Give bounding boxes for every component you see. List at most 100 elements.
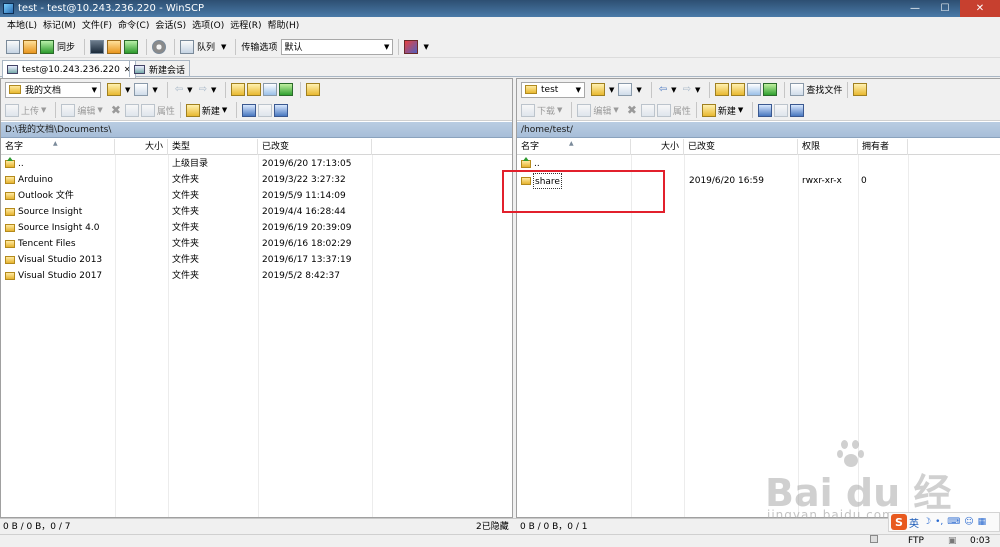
rename-icon[interactable] <box>124 103 139 117</box>
menu-local[interactable]: 本地(L) <box>4 17 40 36</box>
transfer-preset-select[interactable]: 默认 ▼ <box>281 38 394 55</box>
user-icon[interactable]: ☺ <box>964 517 973 527</box>
properties-button[interactable]: 属性 <box>673 104 691 117</box>
new-icon[interactable] <box>185 103 200 117</box>
unselect-minus-icon[interactable] <box>774 103 789 117</box>
find-files-icon[interactable] <box>790 83 805 96</box>
select-all-plus-icon[interactable] <box>242 103 257 117</box>
grid-icon[interactable]: ▦ <box>978 517 987 527</box>
delete-icon[interactable]: ✖ <box>627 103 637 117</box>
sync-icon[interactable] <box>40 39 54 54</box>
compare-directories-icon[interactable] <box>6 39 20 54</box>
parent-directory-icon[interactable] <box>231 83 246 96</box>
menu-commands[interactable]: 命令(C) <box>115 17 152 36</box>
menu-session[interactable]: 会话(S) <box>152 17 189 36</box>
close-button[interactable]: ✕ <box>960 0 1000 17</box>
punctuation-icon[interactable]: •, <box>935 517 943 527</box>
edit-icon[interactable] <box>61 103 76 117</box>
column-changed[interactable]: 已改变 <box>258 139 372 155</box>
select-all-plus-icon[interactable] <box>758 103 773 117</box>
properties-button[interactable]: 属性 <box>157 104 175 117</box>
find-files-icon[interactable] <box>306 83 321 96</box>
column-name[interactable]: 名字 ▲ <box>1 139 115 155</box>
properties-icon[interactable] <box>140 103 155 117</box>
keyboard-icon[interactable]: ⌨ <box>947 517 960 527</box>
upload-icon[interactable] <box>5 103 19 117</box>
column-owner[interactable]: 拥有者 <box>858 139 908 155</box>
root-directory-icon[interactable] <box>247 83 262 96</box>
column-size[interactable]: 大小 <box>115 139 168 155</box>
list-item[interactable]: .. 上级目录 2019/6/20 17:13:05 <box>1 156 512 172</box>
list-item[interactable]: Visual Studio 2017 文件夹 2019/5/2 8:42:37 <box>1 268 512 284</box>
menu-help[interactable]: 帮助(H) <box>265 17 303 36</box>
transfer-settings-icon[interactable] <box>404 39 419 54</box>
edit-button[interactable]: 编辑 <box>77 104 95 117</box>
ime-language[interactable]: 英 <box>909 515 919 530</box>
back-icon[interactable]: ⇦ <box>175 84 183 95</box>
download-button[interactable]: 下载 <box>537 104 555 117</box>
edit-icon[interactable] <box>577 103 592 117</box>
list-item[interactable]: Source Insight 4.0 文件夹 2019/6/19 20:39:0… <box>1 220 512 236</box>
preferences-gear-icon[interactable] <box>152 39 167 54</box>
menu-remote[interactable]: 远程(R) <box>227 17 264 36</box>
menu-mark[interactable]: 标记(M) <box>40 17 79 36</box>
open-folder-icon[interactable] <box>107 83 121 96</box>
column-rights[interactable]: 权限 <box>798 139 858 155</box>
queue-button[interactable]: 队列 <box>197 40 215 53</box>
find-files-button[interactable]: 查找文件 <box>806 83 842 96</box>
refresh-icon[interactable] <box>279 83 294 96</box>
ime-toolbar[interactable]: S 英 ☽ •, ⌨ ☺ ▦ <box>888 512 1000 532</box>
new-button[interactable]: 新建 <box>718 104 736 117</box>
console-icon[interactable] <box>90 39 105 54</box>
moon-icon[interactable]: ☽ <box>923 517 931 527</box>
list-item[interactable]: Outlook 文件 文件夹 2019/5/9 11:14:09 <box>1 188 512 204</box>
column-type[interactable]: 类型 <box>168 139 258 155</box>
column-size[interactable]: 大小 <box>631 139 684 155</box>
queue-icon[interactable] <box>180 39 195 54</box>
new-button[interactable]: 新建 <box>202 104 220 117</box>
putty-icon[interactable] <box>107 39 122 54</box>
menu-files[interactable]: 文件(F) <box>79 17 115 36</box>
unselect-minus-icon[interactable] <box>258 103 273 117</box>
back-icon[interactable]: ⇦ <box>659 84 667 95</box>
home-icon[interactable] <box>747 83 762 96</box>
new-icon[interactable] <box>701 103 716 117</box>
synchronize-browsing-icon[interactable] <box>23 39 37 54</box>
filter-select-icon[interactable] <box>790 103 805 117</box>
filter-icon[interactable] <box>134 83 149 96</box>
filter-icon[interactable] <box>618 83 633 96</box>
delete-icon[interactable]: ✖ <box>111 103 121 117</box>
local-hidden-count[interactable]: 2已隐藏 <box>476 519 509 535</box>
refresh-icon[interactable] <box>763 83 778 96</box>
bookmark-icon[interactable] <box>853 83 868 96</box>
list-item[interactable]: Visual Studio 2013 文件夹 2019/6/17 13:37:1… <box>1 252 512 268</box>
list-item[interactable]: Tencent Files 文件夹 2019/6/16 18:02:29 <box>1 236 512 252</box>
list-item[interactable]: Source Insight 文件夹 2019/4/4 16:28:44 <box>1 204 512 220</box>
properties-icon[interactable] <box>656 103 671 117</box>
column-name[interactable]: 名字 ▲ <box>517 139 631 155</box>
edit-button[interactable]: 编辑 <box>593 104 611 117</box>
column-changed[interactable]: 已改变 <box>684 139 798 155</box>
forward-icon[interactable]: ⇨ <box>683 84 691 95</box>
parent-directory-icon[interactable] <box>715 83 730 96</box>
list-item[interactable]: Arduino 文件夹 2019/3/22 3:27:32 <box>1 172 512 188</box>
forward-icon[interactable]: ⇨ <box>199 84 207 95</box>
maximize-button[interactable]: ☐ <box>930 0 960 17</box>
menu-options[interactable]: 选项(O) <box>189 17 227 36</box>
remote-location-select[interactable]: test ▼ <box>521 81 585 98</box>
keep-up-to-date-icon[interactable] <box>124 39 139 54</box>
upload-button[interactable]: 上传 <box>21 104 39 117</box>
sync-button[interactable]: 同步 <box>57 40 75 53</box>
transfer-settings-dropdown-icon[interactable]: ▼ <box>423 43 428 51</box>
home-icon[interactable] <box>263 83 278 96</box>
queue-dropdown-icon[interactable]: ▼ <box>221 43 226 51</box>
local-location-select[interactable]: 我的文档 ▼ <box>5 81 101 98</box>
rename-icon[interactable] <box>640 103 655 117</box>
tab-session[interactable]: test@10.243.236.220 ✕ <box>2 60 136 78</box>
root-directory-icon[interactable] <box>731 83 746 96</box>
local-path-bar[interactable]: D:\我的文档\Documents\ <box>1 122 512 138</box>
download-icon[interactable] <box>521 103 535 117</box>
tab-new-session[interactable]: 新建会话 <box>129 60 191 77</box>
open-folder-icon[interactable] <box>591 83 605 96</box>
minimize-button[interactable]: — <box>900 0 930 17</box>
